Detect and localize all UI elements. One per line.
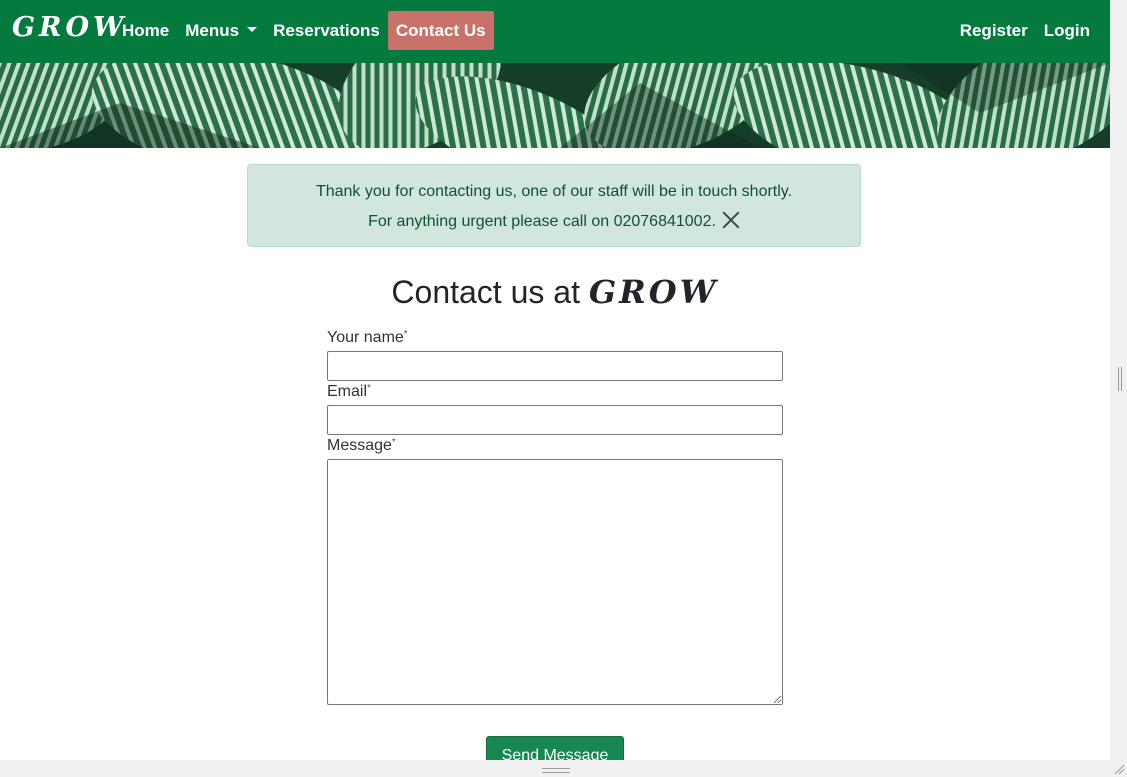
- email-label: Email*: [327, 383, 371, 401]
- nav-menus-label: Menus: [185, 21, 240, 40]
- page-title: Contact us at GROW: [0, 273, 1110, 311]
- required-mark: *: [367, 383, 371, 394]
- nav-home-link[interactable]: Home: [114, 11, 177, 50]
- name-label: Your name*: [327, 329, 408, 347]
- close-icon[interactable]: [722, 210, 740, 228]
- leaves-image: [0, 63, 1110, 148]
- email-input[interactable]: [327, 405, 783, 435]
- name-label-text: Your name: [327, 329, 404, 346]
- nav-register-link[interactable]: Register: [952, 11, 1036, 50]
- nav-login-link[interactable]: Login: [1036, 11, 1098, 50]
- navbar: GROW Home Menus Reservations Contact Us …: [0, 0, 1110, 63]
- page-viewport: GROW Home Menus Reservations Contact Us …: [0, 0, 1110, 760]
- alert-message-line2: For anything urgent please call on 02076…: [248, 210, 860, 231]
- success-alert: Thank you for contacting us, one of our …: [247, 164, 861, 247]
- chevron-down-icon: [247, 27, 258, 33]
- email-label-text: Email: [327, 383, 368, 400]
- nav-account-links: Register Login: [952, 11, 1098, 50]
- resize-grip-icon: [542, 768, 570, 773]
- nav-reservations-link[interactable]: Reservations: [265, 11, 388, 50]
- name-input[interactable]: [327, 351, 783, 381]
- message-label: Message*: [327, 437, 396, 455]
- required-mark: *: [391, 437, 396, 448]
- required-mark: *: [403, 329, 408, 340]
- alert-message-line1: Thank you for contacting us, one of our …: [315, 183, 793, 200]
- nav-menus-dropdown[interactable]: Menus: [177, 11, 265, 50]
- page-title-brand: GROW: [588, 273, 719, 311]
- message-textarea[interactable]: [327, 459, 783, 705]
- scrollbar-grip-icon: [1118, 367, 1122, 391]
- brand-logo[interactable]: GROW: [12, 12, 127, 43]
- nav-contact-link[interactable]: Contact Us: [387, 11, 494, 50]
- message-label-text: Message: [327, 437, 392, 454]
- corner-resize-icon[interactable]: [1113, 763, 1125, 775]
- page-title-prefix: Contact us at: [391, 274, 580, 310]
- send-message-button[interactable]: Send Message: [486, 736, 624, 760]
- nav-links: Home Menus Reservations Contact Us: [114, 11, 494, 50]
- alert-message-line2-text: For anything urgent please call on 02076…: [368, 213, 716, 230]
- hero-leaves-banner: [0, 63, 1110, 148]
